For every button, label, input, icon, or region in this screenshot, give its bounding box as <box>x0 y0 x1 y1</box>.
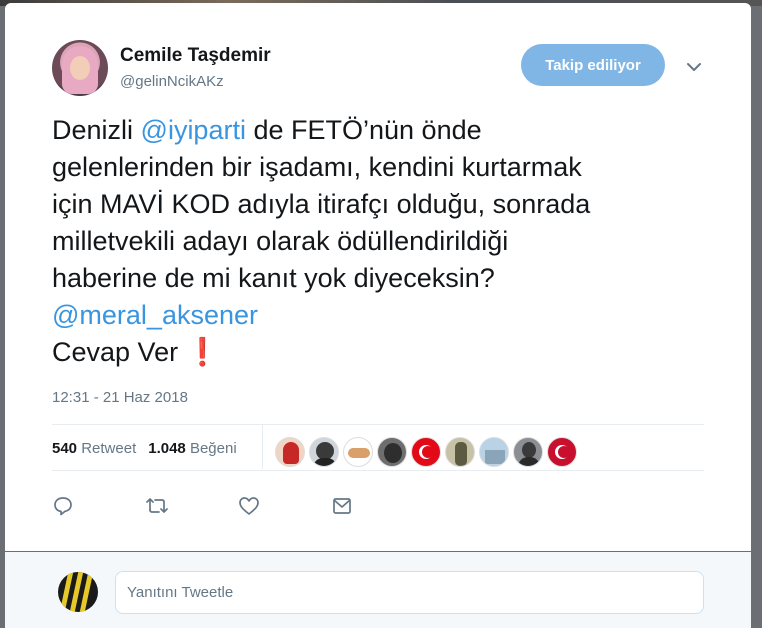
tweet-line: haberine de mi kanıt yok diyeceksin? <box>52 263 495 293</box>
tweet-line: @meral_aksener <box>52 297 712 334</box>
avatar-red-hand-icon <box>283 442 299 464</box>
liker-avatar[interactable] <box>445 437 475 467</box>
tweet-line: için MAVİ KOD adıyla itirafçı olduğu, so… <box>52 189 591 219</box>
user-name[interactable]: Cemile Taşdemir <box>120 45 271 67</box>
retweet-stat[interactable]: 540 Retweet <box>52 440 136 457</box>
reply-input[interactable]: Yanıtını Tweetle <box>115 571 704 614</box>
tweet-line: Cevap Ver ❗ <box>52 337 220 367</box>
liker-avatar[interactable] <box>513 437 543 467</box>
reply-button[interactable] <box>52 494 145 518</box>
avatar-man-dark-icon <box>522 442 536 458</box>
following-button[interactable]: Takip ediliyor <box>521 44 665 86</box>
user-handle[interactable]: @gelinNcikAKz <box>120 73 224 90</box>
tweet-line: Denizli @iyiparti de FETÖ’nün önde <box>52 115 482 145</box>
avatar-face <box>70 56 90 80</box>
divider <box>52 424 704 425</box>
likers-avatars <box>275 437 577 467</box>
liker-avatar[interactable] <box>377 437 407 467</box>
tweet-line: milletvekili adayı olarak ödüllendirildi… <box>52 226 509 256</box>
liker-avatar[interactable] <box>479 437 509 467</box>
avatar-body <box>518 457 540 466</box>
tweet-stats: 540 Retweet 1.048 Beğeni <box>52 440 237 457</box>
mention-link[interactable]: @meral_aksener <box>52 300 258 330</box>
avatar-building-icon <box>485 450 505 464</box>
liker-avatar[interactable] <box>547 437 577 467</box>
dm-icon <box>333 498 351 514</box>
divider <box>52 470 704 471</box>
chevron-down-icon[interactable] <box>685 58 703 76</box>
tweet-line: gelenlerinden bir işadamı, kendini kurta… <box>52 152 582 182</box>
user-avatar[interactable] <box>52 40 108 96</box>
like-stat[interactable]: 1.048 Beğeni <box>148 440 236 457</box>
liker-avatar[interactable] <box>309 437 339 467</box>
liker-avatar[interactable] <box>343 437 373 467</box>
tweet-actions <box>52 494 424 518</box>
tweet-timestamp[interactable]: 12:31 - 21 Haz 2018 <box>52 389 188 406</box>
avatar-handshake-icon <box>348 448 370 458</box>
tweet-text: Denizli @iyiparti de FETÖ’nün önde gelen… <box>52 112 712 371</box>
exclamation-emoji-icon: ❗ <box>185 337 220 367</box>
current-user-avatar[interactable] <box>58 572 98 612</box>
stats-separator <box>262 424 263 469</box>
dm-button[interactable] <box>331 494 424 518</box>
flag-crescent <box>422 446 434 458</box>
reply-icon <box>54 497 72 516</box>
flag-crescent <box>558 446 570 458</box>
avatar-dark-photo-icon <box>384 443 402 463</box>
retweet-icon <box>146 498 168 513</box>
like-icon <box>239 497 259 515</box>
mention-link[interactable]: @iyiparti <box>141 115 246 145</box>
liker-avatar[interactable] <box>275 437 305 467</box>
retweet-button[interactable] <box>145 494 238 518</box>
liker-avatar[interactable] <box>411 437 441 467</box>
avatar-body <box>313 458 337 466</box>
like-button[interactable] <box>238 494 331 518</box>
avatar-soldier-icon <box>455 442 467 466</box>
